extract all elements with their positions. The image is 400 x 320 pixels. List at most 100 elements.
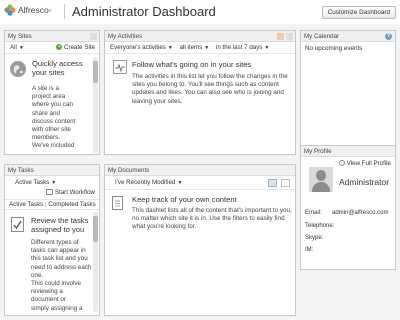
tasks-filter-dropdown[interactable]: Active Tasks ▼ <box>15 179 56 186</box>
view-full-profile-link[interactable]: View Full Profile <box>339 160 391 167</box>
my-sites-dashlet: My Sites All ▼ + Create Site Quickly acce… <box>4 30 100 155</box>
chevron-down-icon: ▼ <box>264 45 270 51</box>
people-filter-dropdown[interactable]: Everyone's activities ▼ <box>110 44 173 51</box>
sites-hint-body: A site is a project area where you can s… <box>32 85 92 151</box>
tasks-hint-body: Different types of tasks can appear in t… <box>31 239 93 313</box>
rss-icon[interactable] <box>277 33 284 40</box>
resize-icon[interactable] <box>90 33 97 40</box>
items-filter-dropdown[interactable]: all items ▼ <box>180 44 210 51</box>
tab-separator: | <box>45 201 47 208</box>
scrollbar-thumb[interactable] <box>93 216 98 242</box>
create-site-label: Create Site <box>64 44 95 51</box>
time-filter-label: in the last 7 days <box>215 44 263 51</box>
dashlet-title-buttons <box>90 33 97 40</box>
hint-line: document or <box>31 296 67 304</box>
dashlet-title: My Profile <box>301 146 395 157</box>
customize-dashboard-button[interactable]: Customize Dashboard <box>321 6 396 19</box>
dashlet-title: My Sites <box>5 31 99 42</box>
activities-hint-body: The activities in this list let you foll… <box>132 73 292 106</box>
my-documents-title: My Documents <box>108 167 150 174</box>
hint-line: simply assigning a <box>31 304 83 312</box>
hint-line: with other site <box>32 126 71 134</box>
sites-filter-label: All <box>10 44 17 51</box>
sites-scrollbar[interactable] <box>93 57 98 153</box>
my-profile-title: My Profile <box>304 148 332 155</box>
scrollbar-thumb[interactable] <box>93 61 98 83</box>
tab-active-tasks[interactable]: Active Tasks <box>9 201 43 208</box>
resize-icon[interactable] <box>286 33 293 40</box>
clipboard-check-icon <box>11 217 24 232</box>
trademark-mark: ® <box>48 7 52 13</box>
sites-filter-dropdown[interactable]: All ▼ <box>10 44 24 51</box>
profile-name: Administrator <box>339 177 390 187</box>
hint-line: This could involve <box>31 280 82 288</box>
chevron-down-icon: ▼ <box>167 45 173 51</box>
hint-line: reviewing a <box>31 288 63 296</box>
items-filter-label: all items <box>179 44 203 51</box>
hint-line: where you can <box>32 101 73 109</box>
hint-line: share and <box>32 109 61 117</box>
my-sites-title: My Sites <box>8 33 32 40</box>
chevron-down-icon: ▼ <box>204 45 210 51</box>
hint-line: members. <box>32 134 60 142</box>
my-sites-toolbar: All ▼ + Create Site <box>5 42 99 54</box>
workflow-icon <box>46 189 54 196</box>
alfresco-logo[interactable]: Alfresco ® <box>4 4 52 16</box>
tasks-filter-label: Active Tasks <box>15 179 50 186</box>
add-icon: + <box>56 44 63 51</box>
documents-filter-label: I've Recently Modified <box>115 179 176 186</box>
start-workflow-link[interactable]: Start Workflow <box>46 189 95 196</box>
activities-hint-title: Follow what's going on in your sites <box>132 60 252 69</box>
my-calendar-title: My Calendar <box>304 33 340 40</box>
tasks-scrollbar[interactable] <box>93 212 98 312</box>
view-full-profile-label: View Full Profile <box>346 160 391 167</box>
activity-pulse-icon <box>113 60 127 74</box>
dashlet-title: My Calendar ? <box>301 31 395 42</box>
app-name: Alfresco <box>18 5 49 15</box>
hint-line: discuss content <box>32 117 76 125</box>
chevron-down-icon: ▼ <box>51 180 57 186</box>
dashlet-title: My Documents <box>105 165 295 176</box>
documents-filter-dropdown[interactable]: I've Recently Modified ▼ <box>115 179 182 186</box>
hint-line: need to address each one. <box>31 263 92 279</box>
hint-line: this task list and you <box>31 255 88 263</box>
hint-line: Different types of <box>31 239 79 246</box>
email-value[interactable]: admin@alfresco.com <box>332 210 388 216</box>
start-workflow-label: Start Workflow <box>54 189 95 196</box>
header-divider <box>64 4 65 19</box>
activities-toolbar: Everyone's activities ▼ all items ▼ in the… <box>105 42 295 54</box>
hint-line: We've included <box>32 142 75 150</box>
create-site-link[interactable]: + Create Site <box>56 42 95 54</box>
avatar-body <box>312 182 330 192</box>
user-icon <box>339 160 346 167</box>
documents-toolbar: I've Recently Modified ▼ <box>105 176 295 190</box>
my-profile-dashlet: My Profile View Full Profile Administrat… <box>300 145 396 270</box>
sites-hint-title: Quickly access your sites <box>32 59 83 77</box>
skype-label: Skype: <box>305 235 324 241</box>
my-calendar-dashlet: My Calendar ? No upcoming events <box>300 30 396 155</box>
im-label: IM: <box>305 247 314 253</box>
hint-line: The activities in this list let you foll… <box>132 73 288 80</box>
people-filter-label: Everyone's activities <box>110 44 166 51</box>
hint-line: A site is a <box>32 85 59 92</box>
help-icon[interactable]: ? <box>385 33 392 40</box>
hint-line: tasks can appear in <box>31 247 86 255</box>
avatar <box>309 167 333 192</box>
email-label: Email: <box>305 210 322 216</box>
telephone-label: Telephone: <box>305 223 335 229</box>
tasks-tabs: Active Tasks | Completed Tasks <box>5 200 99 210</box>
avatar-head <box>316 170 326 181</box>
chevron-down-icon: ▼ <box>18 45 24 51</box>
page-title: Administrator Dashboard <box>72 4 216 19</box>
detailed-view-icon[interactable] <box>281 179 290 187</box>
my-tasks-title: My Tasks <box>8 167 34 174</box>
documents-hint-title: Keep track of your own content <box>132 195 237 204</box>
tasks-hint-title: Review the tasks assigned to you <box>31 216 93 234</box>
simple-view-icon[interactable] <box>268 179 277 187</box>
time-filter-dropdown[interactable]: in the last 7 days ▼ <box>216 44 269 51</box>
calendar-empty-text: No upcoming events <box>305 45 363 52</box>
my-tasks-dashlet: My Tasks Active Tasks ▼ Start Workflow Ac… <box>4 164 100 316</box>
tab-completed-tasks[interactable]: Completed Tasks <box>48 201 95 208</box>
dashlet-title: My Tasks <box>5 165 99 176</box>
alfresco-flower-icon <box>4 4 16 16</box>
